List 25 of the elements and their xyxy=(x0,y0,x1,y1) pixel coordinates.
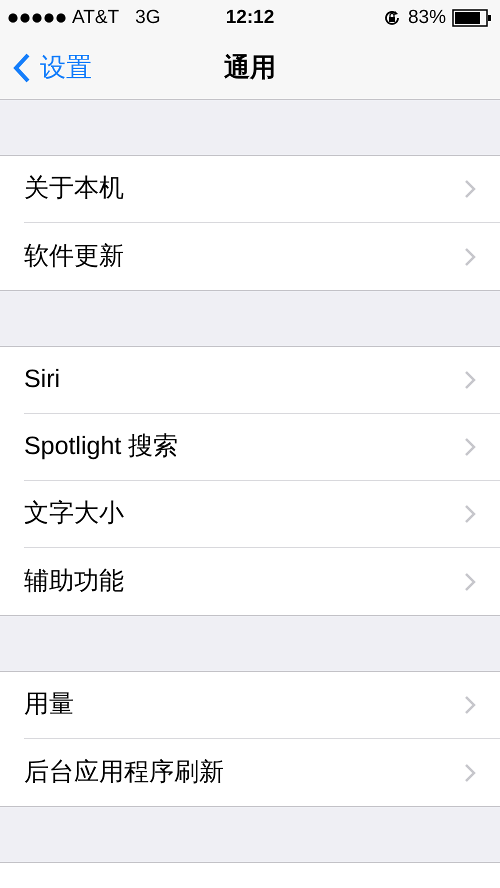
battery-percent: 83% xyxy=(408,6,446,30)
chevron-right-icon xyxy=(464,370,476,390)
page-title: 通用 xyxy=(224,51,276,84)
chevron-left-icon xyxy=(12,52,32,84)
chevron-right-icon xyxy=(464,246,476,266)
network-type: 3G xyxy=(135,6,161,30)
settings-row[interactable]: 关于本机 xyxy=(24,156,500,223)
chevron-right-icon xyxy=(464,437,476,457)
settings-row[interactable]: Siri xyxy=(24,347,500,414)
settings-row[interactable]: 文字大小 xyxy=(24,481,500,548)
chevron-right-icon xyxy=(464,179,476,199)
chevron-right-icon xyxy=(464,695,476,715)
carrier-name: AT&T xyxy=(72,6,120,30)
signal-icon xyxy=(8,13,66,23)
back-button[interactable]: 设置 xyxy=(0,48,92,87)
chevron-right-icon xyxy=(464,572,476,592)
chevron-right-icon xyxy=(464,504,476,524)
settings-row[interactable]: 辅助功能 xyxy=(24,548,500,615)
settings-row[interactable]: Spotlight 搜索 xyxy=(24,414,500,481)
chevron-right-icon xyxy=(464,762,476,782)
clock-time: 12:12 xyxy=(226,6,274,30)
settings-row[interactable]: 用量 xyxy=(24,672,500,739)
settings-row[interactable]: 后台应用程序刷新 xyxy=(24,739,500,806)
battery-icon xyxy=(452,9,492,27)
settings-row[interactable]: 软件更新 xyxy=(24,223,500,290)
